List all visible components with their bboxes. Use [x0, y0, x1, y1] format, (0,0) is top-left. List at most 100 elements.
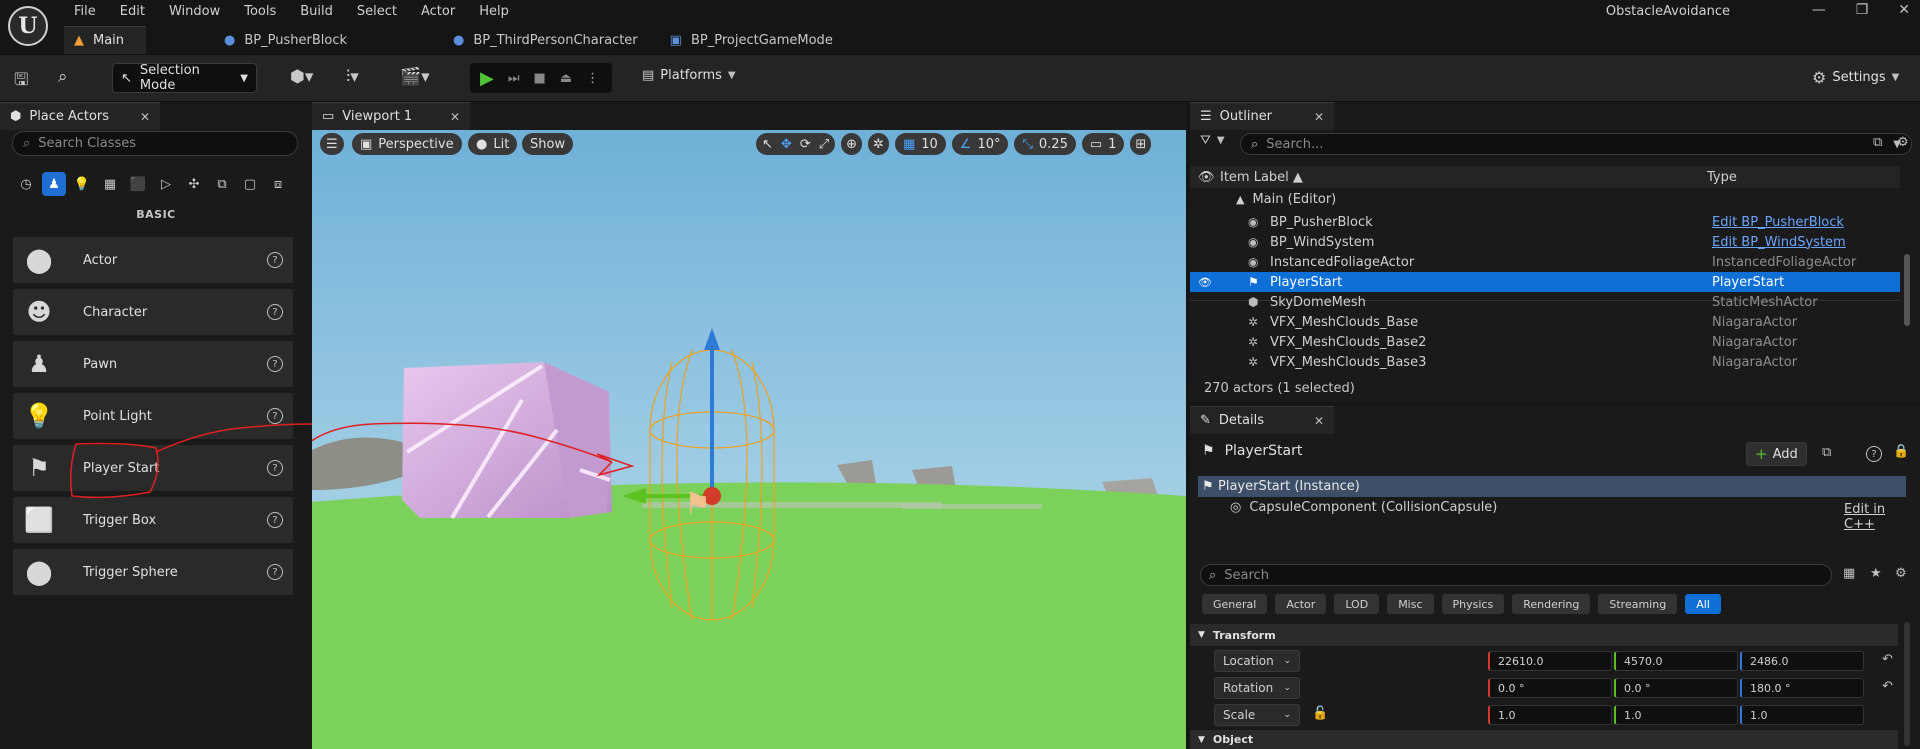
more-categories-icon[interactable]: ⧈: [266, 172, 290, 196]
close-tab-icon[interactable]: ✕: [1314, 110, 1324, 124]
visibility-icon[interactable]: 👁: [1198, 170, 1215, 185]
outliner-row-selected[interactable]: 👁 ⚑ PlayerStart PlayerStart: [1190, 272, 1900, 292]
rotate-mode-icon[interactable]: ⟳: [800, 137, 811, 152]
platforms-dropdown[interactable]: ▤ Platforms ▼: [642, 68, 736, 83]
camera-speed-button[interactable]: ▭ 1: [1081, 133, 1125, 155]
details-tab[interactable]: ✎ Details ✕: [1190, 406, 1334, 434]
rotation-y-field[interactable]: 0.0 °: [1614, 678, 1738, 698]
actor-item-pawn[interactable]: ♟ Pawn ?: [12, 340, 294, 388]
help-icon[interactable]: ?: [1866, 446, 1882, 462]
instance-row[interactable]: ⚑ PlayerStart (Instance): [1198, 476, 1906, 497]
scale-snap-button[interactable]: ⤡ 0.25: [1014, 133, 1076, 155]
table-view-icon[interactable]: ▦: [1843, 566, 1855, 581]
star-icon[interactable]: ★: [1870, 566, 1882, 581]
outliner-row[interactable]: ⬢ SkyDomeMesh StaticMeshActor: [1190, 292, 1900, 312]
filter-lod[interactable]: LOD: [1334, 594, 1380, 614]
lit-button[interactable]: ● Lit: [468, 133, 518, 155]
all-classes-icon[interactable]: ⧉: [210, 172, 234, 196]
cinematic-icon[interactable]: ▦: [98, 172, 122, 196]
edit-blueprint-link[interactable]: Edit BP_PusherBlock: [1712, 215, 1844, 230]
move-mode-icon[interactable]: ✥: [781, 137, 792, 152]
restore-icon[interactable]: ❐: [1856, 2, 1869, 18]
scale-dropdown[interactable]: Scale ⌄: [1214, 704, 1300, 726]
select-mode-icon[interactable]: ↖: [762, 137, 773, 152]
outliner-row[interactable]: ✲ VFX_MeshClouds_Base2 NiagaraActor: [1190, 332, 1900, 352]
play-icon[interactable]: ▶: [480, 68, 494, 89]
geometry-icon[interactable]: ▷: [154, 172, 178, 196]
component-row[interactable]: ◎ CapsuleComponent (CollisionCapsule): [1230, 500, 1497, 515]
details-search-input[interactable]: ⌕ Search: [1200, 564, 1832, 586]
viewport-3d-scene[interactable]: ⚑ ☰ ▣ Perspective ● Lit Show ↖ ✥ ⟳ ⤢ ⊕ ✲…: [312, 130, 1186, 749]
details-scrollbar[interactable]: [1904, 622, 1910, 746]
scale-z-field[interactable]: 1.0: [1740, 705, 1864, 725]
outliner-row[interactable]: ◉ InstancedFoliageActor InstancedFoliage…: [1190, 252, 1900, 272]
save-icon[interactable]: 🖫: [14, 67, 28, 96]
rotation-z-field[interactable]: 180.0 °: [1740, 678, 1864, 698]
actor-item-trigger-box[interactable]: ⬜ Trigger Box ?: [12, 496, 294, 544]
viewport-options-icon[interactable]: ☰: [320, 133, 344, 155]
location-dropdown[interactable]: Location ⌄: [1214, 650, 1300, 672]
filter-general[interactable]: General: [1202, 594, 1268, 614]
transform-section-header[interactable]: ▼ Transform: [1190, 624, 1898, 646]
location-y-field[interactable]: 4570.0: [1614, 651, 1738, 671]
location-x-field[interactable]: 22610.0: [1488, 651, 1612, 671]
scale-x-field[interactable]: 1.0: [1488, 705, 1612, 725]
eject-icon[interactable]: ⏏: [560, 71, 572, 86]
search-classes-input[interactable]: ⌕ Search Classes: [12, 131, 298, 156]
lights-icon[interactable]: 💡: [70, 172, 94, 196]
basic-category-icon[interactable]: ♟: [42, 172, 66, 196]
actor-item-trigger-sphere[interactable]: ⬤ Trigger Sphere ?: [12, 548, 294, 596]
object-section-header[interactable]: ▼ Object: [1190, 730, 1898, 749]
rotation-x-field[interactable]: 0.0 °: [1488, 678, 1612, 698]
surface-snap-icon[interactable]: ✲: [868, 133, 889, 155]
outliner-tab[interactable]: ☰ Outliner ✕: [1190, 102, 1334, 130]
shapes-icon[interactable]: ▢: [238, 172, 262, 196]
outliner-search-input[interactable]: ⌕ Search... ▼: [1240, 133, 1912, 155]
tab-bp-pusherblock[interactable]: ● BP_PusherBlock: [214, 26, 369, 54]
more-options-icon[interactable]: ⋮: [586, 71, 599, 86]
filter-misc[interactable]: Misc: [1387, 594, 1434, 614]
lock-icon[interactable]: 🔒: [1893, 444, 1909, 459]
filter-physics[interactable]: Physics: [1441, 594, 1505, 614]
type-header[interactable]: Type: [1707, 170, 1737, 185]
perspective-button[interactable]: ▣ Perspective: [352, 133, 462, 155]
rotation-snap-button[interactable]: ∠ 10°: [951, 133, 1009, 155]
location-z-field[interactable]: 2486.0: [1740, 651, 1864, 671]
scale-mode-icon[interactable]: ⤢: [819, 137, 829, 152]
scale-y-field[interactable]: 1.0: [1614, 705, 1738, 725]
outliner-row[interactable]: ✲ VFX_MeshClouds_Base3 NiagaraActor: [1190, 352, 1900, 372]
gear-icon[interactable]: ⚙: [1895, 566, 1907, 581]
outliner-row[interactable]: ◉ BP_PusherBlock Edit BP_PusherBlock: [1190, 212, 1900, 232]
actor-item-actor[interactable]: ⬤ Actor ?: [12, 236, 294, 284]
layout-icon[interactable]: ⊞: [1130, 133, 1152, 155]
actor-item-player-start[interactable]: ⚑ Player Start ?: [12, 444, 294, 492]
blueprint-menu-icon[interactable]: ⫶▾: [346, 67, 359, 87]
help-icon[interactable]: ?: [267, 304, 283, 320]
stop-icon[interactable]: ■: [534, 71, 546, 86]
tab-main[interactable]: ▲ Main: [64, 26, 147, 54]
help-icon[interactable]: ?: [267, 564, 283, 580]
gear-icon[interactable]: ⚙: [1897, 135, 1909, 150]
filter-rendering[interactable]: Rendering: [1512, 594, 1591, 614]
visual-effects-icon[interactable]: ⬛: [126, 172, 150, 196]
outliner-root-row[interactable]: ▲ Main (Editor): [1236, 192, 1336, 207]
unreal-logo-icon[interactable]: U: [8, 6, 48, 46]
tab-bp-thirdpersoncharacter[interactable]: ● BP_ThirdPersonCharacter: [443, 26, 660, 54]
lock-icon[interactable]: 🔓: [1312, 706, 1328, 721]
help-icon[interactable]: ?: [267, 356, 283, 372]
add-actor-icon[interactable]: ⬢▾: [290, 67, 313, 87]
menu-tools[interactable]: Tools: [232, 2, 288, 22]
blueprint-convert-icon[interactable]: ⧉: [1822, 445, 1831, 460]
menu-window[interactable]: Window: [157, 2, 232, 22]
edit-in-cpp-link[interactable]: Edit in C++: [1844, 502, 1920, 532]
new-folder-icon[interactable]: ⧉: [1873, 135, 1882, 150]
filter-all[interactable]: All: [1685, 594, 1721, 614]
help-icon[interactable]: ?: [267, 252, 283, 268]
visibility-icon[interactable]: 👁: [1198, 276, 1212, 289]
grid-snap-button[interactable]: ▦ 10: [894, 133, 946, 155]
outliner-filter-button[interactable]: ⛛ ▼: [1200, 133, 1225, 148]
place-actors-tab[interactable]: ⬢ Place Actors ✕: [0, 102, 160, 130]
browse-content-icon[interactable]: ⌕: [58, 67, 68, 87]
close-tab-icon[interactable]: ✕: [450, 110, 460, 124]
actor-item-character[interactable]: ☻ Character ?: [12, 288, 294, 336]
